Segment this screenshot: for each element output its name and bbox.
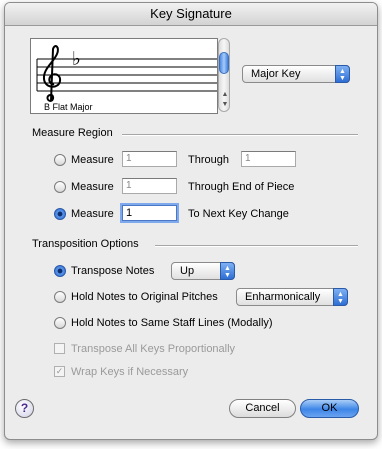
measure-region-heading: Measure Region xyxy=(32,127,113,139)
measure-through-label: Measure xyxy=(71,154,114,166)
enharmonic-mode-value: Enharmonically xyxy=(245,291,321,303)
measure-through-end-label: Measure xyxy=(71,181,114,193)
transposition-heading: Transposition Options xyxy=(32,238,139,250)
through-label: Through xyxy=(188,154,229,166)
enharmonic-mode-popup[interactable]: Enharmonically ▲ ▼ xyxy=(236,288,348,306)
transpose-notes-radio[interactable] xyxy=(54,265,66,277)
cancel-button[interactable]: Cancel xyxy=(229,399,296,418)
hold-staff-lines-radio[interactable] xyxy=(54,317,66,329)
key-type-value: Major Key xyxy=(251,68,301,80)
key-type-popup[interactable]: Major Key ▲ ▼ xyxy=(242,65,350,83)
measure-region-divider xyxy=(122,134,358,136)
popup-arrows-icon: ▲ ▼ xyxy=(220,262,235,280)
measure-next-change-label: Measure xyxy=(71,208,114,220)
transpose-notes-label: Transpose Notes xyxy=(71,265,155,277)
popup-arrows-icon: ▲ ▼ xyxy=(333,288,348,306)
measure-next-change-field[interactable]: 1 xyxy=(120,203,179,223)
key-name-caption: B Flat Major xyxy=(44,102,93,112)
ok-button[interactable]: OK xyxy=(300,399,359,418)
staff-preview: ♭ B Flat Major xyxy=(30,38,218,114)
dialog-title: Key Signature xyxy=(5,3,377,26)
to-next-key-change-label: To Next Key Change xyxy=(188,208,289,220)
measure-through-end-radio[interactable] xyxy=(54,181,66,193)
popup-arrows-icon: ▲ ▼ xyxy=(335,65,350,83)
measure-next-change-radio[interactable] xyxy=(54,208,66,220)
hold-original-pitches-radio[interactable] xyxy=(54,291,66,303)
scroll-thumb[interactable] xyxy=(219,52,229,74)
key-signature-dialog: Key Signature ♭ B Flat Major ▲ ▼ Major K xyxy=(4,2,378,440)
scroll-up-arrow-icon[interactable]: ▲ xyxy=(220,90,230,99)
key-scrollbar[interactable]: ▲ ▼ xyxy=(218,38,230,112)
transpose-all-keys-label: Transpose All Keys Proportionally xyxy=(71,343,236,355)
transpose-direction-value: Up xyxy=(180,265,195,277)
measure-through-end-field[interactable]: 1 xyxy=(122,178,177,194)
transposition-divider xyxy=(155,245,358,247)
scroll-down-arrow-icon[interactable]: ▼ xyxy=(220,100,230,109)
measure-end-field[interactable]: 1 xyxy=(241,151,296,167)
transpose-all-keys-checkbox[interactable] xyxy=(54,343,65,354)
transpose-direction-popup[interactable]: Up ▲ ▼ xyxy=(171,262,235,280)
wrap-keys-checkbox[interactable]: ✓ xyxy=(54,366,65,377)
through-end-of-piece-label: Through End of Piece xyxy=(188,181,295,193)
wrap-keys-label: Wrap Keys if Necessary xyxy=(71,366,189,378)
flat-sign-icon: ♭ xyxy=(72,48,81,70)
measure-start-field[interactable]: 1 xyxy=(122,151,177,167)
measure-through-radio[interactable] xyxy=(54,154,66,166)
treble-clef-icon xyxy=(42,45,62,102)
hold-staff-lines-label: Hold Notes to Same Staff Lines (Modally) xyxy=(71,317,273,329)
help-icon[interactable]: ? xyxy=(15,399,34,418)
hold-original-pitches-label: Hold Notes to Original Pitches xyxy=(71,291,218,303)
